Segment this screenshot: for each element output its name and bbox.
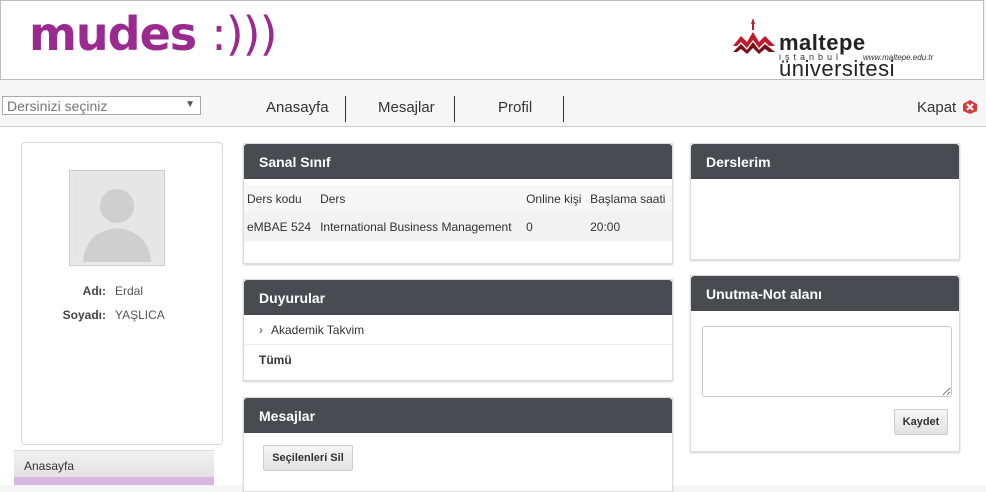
surname-value: YAŞLICA (115, 308, 165, 322)
messages-title: Mesajlar (244, 398, 672, 433)
announcements-title: Duyurular (244, 280, 672, 315)
column-header: Online kişi (523, 185, 588, 213)
side-menu: Anasayfa (14, 450, 214, 485)
mudes-logo[interactable]: mudes :))) (29, 7, 278, 61)
nav-divider (345, 96, 346, 122)
course-code: eMBAE 524 (244, 213, 318, 241)
chevron-down-icon: ▼ (185, 99, 195, 110)
online-count: 0 (523, 213, 588, 241)
notes-panel: Unutma-Not alanı Kaydet (690, 275, 960, 452)
name-value: Erdal (115, 284, 144, 298)
university-city: istanbul (779, 52, 843, 62)
messages-panel: Mesajlar Seçilenleri Sil (243, 397, 673, 492)
maltepe-university-logo[interactable]: maltepe üniversitesi istanbul www.maltep… (729, 16, 961, 81)
announcements-panel: Duyurular › Akademik Takvim Tümü (243, 279, 673, 381)
close-icon[interactable] (962, 99, 978, 115)
save-button[interactable]: Kaydet (894, 409, 948, 435)
notes-title: Unutma-Not alanı (691, 276, 959, 311)
university-website: www.maltepe.edu.tr (863, 53, 934, 62)
virtual-class-table: Ders kodu Ders Online kişi Başlama saati… (244, 185, 672, 241)
all-announcements-link[interactable]: Tümü (244, 345, 672, 375)
logout-link[interactable]: Kapat (917, 99, 956, 116)
table-row[interactable]: eMBAE 524 International Business Managem… (244, 213, 672, 241)
virtual-class-panel: Sanal Sınıf Ders kodu Ders Online kişi B… (243, 143, 673, 264)
nav-anasayfa[interactable]: Anasayfa (266, 96, 329, 122)
course-name[interactable]: International Business Management (317, 213, 524, 241)
column-header: Başlama saati (587, 185, 672, 213)
surname-label: Soyadı: (62, 308, 106, 322)
header-bar: mudes :))) maltepe üniversitesi istanbul… (0, 0, 984, 81)
nav-mesajlar[interactable]: Mesajlar (378, 96, 435, 122)
delete-selected-button[interactable]: Seçilenleri Sil (263, 445, 353, 471)
column-header: Ders kodu (244, 185, 318, 213)
chevron-right-icon: › (259, 323, 263, 337)
nav-divider (563, 96, 564, 122)
maltepe-emblem-icon (733, 18, 775, 54)
avatar (69, 170, 165, 266)
announcement-item[interactable]: › Akademik Takvim (244, 315, 672, 345)
user-silhouette-icon (73, 174, 161, 262)
start-time: 20:00 (587, 213, 672, 241)
courses-title: Derslerim (691, 144, 959, 179)
side-menu-item-active[interactable] (14, 477, 214, 485)
course-select[interactable]: Dersinizi seçiniz ▼ (2, 96, 201, 115)
note-textarea[interactable] (702, 326, 952, 397)
nav-profil[interactable]: Profil (498, 96, 532, 122)
name-label: Adı: (82, 284, 106, 298)
side-menu-item-anasayfa[interactable]: Anasayfa (14, 450, 214, 477)
virtual-class-title: Sanal Sınıf (244, 144, 672, 179)
courses-panel: Derslerim (690, 143, 960, 260)
nav-divider (454, 96, 455, 122)
column-header: Ders (317, 185, 524, 213)
